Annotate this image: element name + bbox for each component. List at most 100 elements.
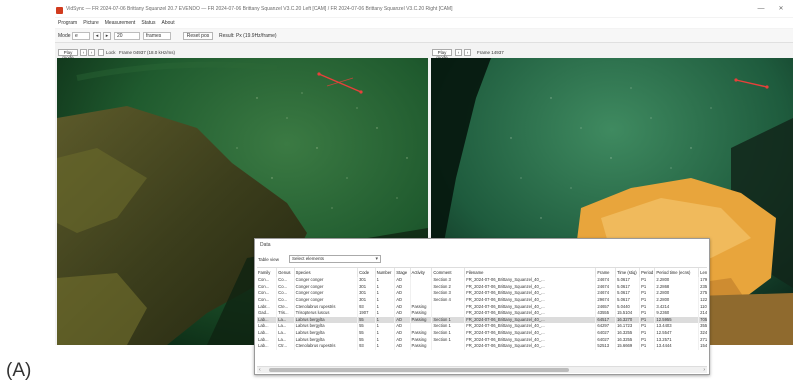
table-cell: 1 (375, 277, 396, 284)
table-cell: AD (394, 296, 411, 304)
table-cell: La... (276, 316, 295, 324)
table-cell: 301 (357, 283, 376, 291)
table-cell: 24674 (595, 277, 617, 284)
menu-about[interactable]: About (162, 20, 175, 26)
table-cell: Passing (410, 336, 433, 343)
step-input[interactable]: 20 (114, 32, 140, 40)
column-header[interactable]: Frame (595, 268, 617, 277)
right-prev-frame-button[interactable]: ‹ (455, 49, 462, 56)
column-header[interactable]: Code (357, 268, 376, 277)
left-prev-frame-button[interactable]: ‹ (80, 49, 87, 56)
table-cell: 179.7 (698, 277, 707, 284)
table-row[interactable]: Lab... Ctr... Ctenolabrus rupestris 93 1 AD Pa… (257, 342, 707, 350)
table-cell: 301 (357, 296, 376, 304)
table-cell: AD (394, 336, 411, 343)
mode-label: Mode (58, 33, 71, 39)
lock-checkbox[interactable] (98, 49, 104, 56)
reset-position-button[interactable]: Reset pos (183, 32, 213, 40)
table-row[interactable]: Con... Co... Conger conger 301 1 AD Section 3F… (257, 290, 707, 297)
table-row[interactable]: Labr... Cte... Ctenolabrus rupestris 93 1 AD P… (257, 303, 707, 310)
right-next-frame-button[interactable]: › (464, 49, 471, 56)
table-cell: 15.6669 (615, 342, 641, 350)
table-cell: 55 (357, 323, 376, 330)
table-cell: 301 (357, 290, 376, 297)
table-cell: Conger conger (294, 277, 359, 284)
table-cell: P1 (639, 323, 656, 330)
table-cell: 12.5955 (654, 316, 700, 324)
menu-status[interactable]: Status (141, 20, 155, 26)
table-cell: P1 (639, 316, 656, 324)
figure-stage: (A) VidSync — FR 2024-07-06 Brittany Squ… (0, 0, 793, 385)
table-body: Con... Co... Conger conger 301 1 AD Section 3F… (257, 277, 707, 350)
left-next-frame-button[interactable]: › (88, 49, 95, 56)
column-header[interactable]: Family (257, 268, 278, 277)
table-cell: Section 1 (431, 323, 466, 330)
table-view-label: Table view (258, 257, 280, 262)
table-cell: P1 (639, 290, 656, 297)
table-row[interactable]: Gad... Tris... Trisopterus luscus 1907 1 AD Pa… (257, 309, 707, 317)
table-view-select[interactable]: Select elements ▾ (289, 255, 381, 263)
column-header[interactable]: Length (698, 268, 707, 277)
column-header[interactable]: Period time (ecns) (654, 268, 700, 277)
table-cell: 5.0440 (615, 303, 641, 310)
scroll-left-icon[interactable]: ‹ (259, 367, 261, 373)
table-cell: Co... (276, 283, 295, 291)
table-row[interactable]: Lab... La... Labrus bergylta 55 1 AD Passing Se… (257, 336, 707, 343)
table-cell: 9.2360 (654, 309, 700, 317)
table-cell: Passing (410, 316, 433, 324)
column-header[interactable]: Activity (410, 268, 433, 277)
horizontal-scrollbar[interactable]: ‹ › (257, 366, 707, 373)
table-cell: La... (276, 323, 295, 330)
table-cell: 5.0617 (615, 283, 641, 291)
scrollbar-thumb[interactable] (269, 368, 569, 372)
table-cell: 16.3255 (615, 329, 641, 337)
table-cell: Co... (276, 277, 295, 284)
step-back-button[interactable]: ◂ (93, 32, 101, 40)
table-cell: Lab... (257, 329, 278, 337)
table-cell: AD (394, 323, 411, 330)
table-cell: Ctenolabrus rupestris (294, 303, 359, 310)
column-header[interactable]: Filename (464, 268, 597, 277)
data-table-container[interactable]: Family Genus Species Code Number Stage Activit… (257, 267, 707, 365)
column-header[interactable]: Period (639, 268, 656, 277)
left-play-mode-button[interactable]: Play mode (58, 49, 78, 60)
table-row[interactable]: Con... Co... Conger conger 301 1 AD Section 3F… (257, 277, 707, 284)
column-header[interactable]: Comment (431, 268, 466, 277)
table-cell: 122.3 (698, 296, 707, 304)
table-cell: Labrus bergylta (294, 329, 359, 337)
table-cell: 43555 (595, 309, 617, 317)
close-button[interactable]: ✕ (775, 5, 787, 16)
mode-select[interactable]: e (72, 32, 90, 40)
unit-select[interactable]: frames (143, 32, 171, 40)
menu-program[interactable]: Program (58, 20, 77, 26)
table-row[interactable]: Lab... La... Labrus bergylta 55 1 AD Passing Se… (257, 329, 707, 337)
column-header[interactable]: Number (375, 268, 396, 277)
table-cell (410, 323, 433, 330)
table-cell: AD (394, 309, 411, 317)
column-header[interactable]: Stage (394, 268, 411, 277)
right-frame-readout: Frame 14937 (477, 50, 504, 55)
column-header[interactable]: Species (294, 268, 359, 277)
minimize-button[interactable]: — (755, 5, 767, 16)
table-row[interactable]: Con... Co... Conger conger 301 1 AD Section 4F… (257, 296, 707, 304)
table-cell: 93 (357, 342, 376, 350)
table-cell: Passing (410, 303, 433, 310)
table-cell: Co... (276, 296, 295, 304)
table-row[interactable]: Lab... La... Labrus bergylta 55 1 AD Section 1… (257, 323, 707, 330)
column-header[interactable]: Genus (276, 268, 295, 277)
right-play-mode-button[interactable]: Play mode (432, 49, 452, 60)
table-cell: 1 (375, 290, 396, 297)
table-cell: Conger conger (294, 296, 359, 304)
figure-label: (A) (6, 360, 32, 381)
right-pane-bar: Play mode ‹ › Frame 14937 (431, 47, 793, 60)
left-frame-readout: Frame 04937 (18.0 kHz/ms) (119, 50, 176, 55)
table-row[interactable]: Con... Co... Conger conger 301 1 AD Section 2F… (257, 283, 707, 291)
scroll-right-icon[interactable]: › (703, 367, 705, 373)
table-row[interactable]: Lab... La... Labrus bergylta 55 1 AD Passing Se… (257, 316, 707, 324)
column-header[interactable]: Time (stiq) (615, 268, 641, 277)
menu-measurement[interactable]: Measurement (105, 20, 136, 26)
table-cell: 24674 (595, 283, 617, 291)
step-forward-button[interactable]: ▸ (103, 32, 111, 40)
menu-picture[interactable]: Picture (83, 20, 99, 26)
table-cell: Passing (410, 309, 433, 317)
